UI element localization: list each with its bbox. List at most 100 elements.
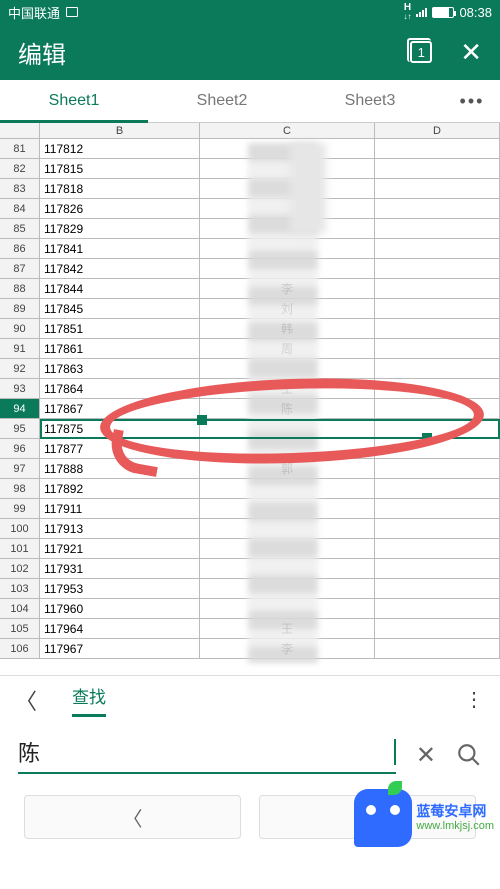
sheet-tab-3[interactable]: Sheet3 xyxy=(296,80,444,122)
row-header[interactable]: 106 xyxy=(0,639,40,659)
cell[interactable]: 117867 xyxy=(40,399,200,419)
row-header[interactable]: 99 xyxy=(0,499,40,519)
cell[interactable] xyxy=(375,499,500,519)
cell[interactable] xyxy=(200,599,375,619)
cell[interactable] xyxy=(375,239,500,259)
table-row[interactable]: 91117861周 xyxy=(0,339,500,359)
cell[interactable]: 117841 xyxy=(40,239,200,259)
table-row[interactable]: 86117841 xyxy=(0,239,500,259)
cell[interactable] xyxy=(375,299,500,319)
row-header[interactable]: 97 xyxy=(0,459,40,479)
table-row[interactable]: 83117818 xyxy=(0,179,500,199)
cell[interactable] xyxy=(200,179,375,199)
cell[interactable] xyxy=(375,599,500,619)
cell[interactable] xyxy=(375,519,500,539)
cell[interactable]: 117960 xyxy=(40,599,200,619)
search-icon[interactable] xyxy=(456,742,482,768)
cell[interactable] xyxy=(375,439,500,459)
row-header[interactable]: 84 xyxy=(0,199,40,219)
cell[interactable] xyxy=(375,179,500,199)
row-header[interactable]: 98 xyxy=(0,479,40,499)
cell[interactable] xyxy=(375,419,500,439)
cell[interactable] xyxy=(200,479,375,499)
cell[interactable] xyxy=(375,559,500,579)
table-row[interactable]: 103117953 xyxy=(0,579,500,599)
cell[interactable]: 117892 xyxy=(40,479,200,499)
cell[interactable] xyxy=(200,359,375,379)
cell[interactable]: 陈 xyxy=(200,399,375,419)
cell[interactable] xyxy=(200,539,375,559)
cell[interactable] xyxy=(200,219,375,239)
cell[interactable]: 王 xyxy=(200,379,375,399)
cell[interactable]: 117844 xyxy=(40,279,200,299)
cell[interactable] xyxy=(375,279,500,299)
cell[interactable]: 韩 xyxy=(200,319,375,339)
row-header[interactable]: 86 xyxy=(0,239,40,259)
table-row[interactable]: 105117964王 xyxy=(0,619,500,639)
cell[interactable]: 117815 xyxy=(40,159,200,179)
tab-count-button[interactable]: 1 xyxy=(410,41,432,63)
row-header[interactable]: 89 xyxy=(0,299,40,319)
col-header-b[interactable]: B xyxy=(40,123,200,139)
find-tab[interactable]: 查找 xyxy=(72,683,106,717)
table-row[interactable]: 82117815 xyxy=(0,159,500,179)
cell[interactable]: 李 xyxy=(200,279,375,299)
cell[interactable]: 117964 xyxy=(40,619,200,639)
cell[interactable] xyxy=(375,159,500,179)
table-row[interactable]: 88117844李 xyxy=(0,279,500,299)
table-row[interactable]: 93117864王 xyxy=(0,379,500,399)
cell[interactable]: 117826 xyxy=(40,199,200,219)
row-header[interactable]: 92 xyxy=(0,359,40,379)
row-header[interactable]: 96 xyxy=(0,439,40,459)
row-header[interactable]: 83 xyxy=(0,179,40,199)
cell[interactable]: 117812 xyxy=(40,139,200,159)
cell[interactable] xyxy=(375,359,500,379)
table-row[interactable]: 81117812 xyxy=(0,139,500,159)
cell[interactable] xyxy=(200,439,375,459)
row-header[interactable]: 94 xyxy=(0,399,40,419)
find-more-button[interactable]: ⋮ xyxy=(456,687,492,712)
row-header[interactable]: 82 xyxy=(0,159,40,179)
cell[interactable] xyxy=(375,219,500,239)
row-header[interactable]: 104 xyxy=(0,599,40,619)
table-row[interactable]: 96117877 xyxy=(0,439,500,459)
table-row[interactable]: 87117842 xyxy=(0,259,500,279)
cell[interactable] xyxy=(375,339,500,359)
row-header[interactable]: 100 xyxy=(0,519,40,539)
table-row[interactable]: 90117851韩 xyxy=(0,319,500,339)
cell[interactable] xyxy=(375,259,500,279)
cell[interactable] xyxy=(375,619,500,639)
row-header[interactable]: 88 xyxy=(0,279,40,299)
cell[interactable]: 郭 xyxy=(200,459,375,479)
cell[interactable]: 117953 xyxy=(40,579,200,599)
spreadsheet[interactable]: B C D 8111781282117815831178188411782685… xyxy=(0,123,500,675)
sheet-more-button[interactable]: ••• xyxy=(444,80,500,122)
table-row[interactable]: 97117888郭 xyxy=(0,459,500,479)
cell[interactable]: 117967 xyxy=(40,639,200,659)
search-input[interactable]: 陈 xyxy=(18,736,396,774)
cell[interactable]: 117875 xyxy=(40,419,200,439)
cell[interactable] xyxy=(375,319,500,339)
row-header[interactable]: 91 xyxy=(0,339,40,359)
cell[interactable] xyxy=(200,559,375,579)
table-row[interactable]: 101117921 xyxy=(0,539,500,559)
row-header[interactable]: 90 xyxy=(0,319,40,339)
row-header[interactable]: 85 xyxy=(0,219,40,239)
cell[interactable] xyxy=(200,139,375,159)
cell[interactable] xyxy=(375,479,500,499)
cell[interactable] xyxy=(200,199,375,219)
sheet-tab-2[interactable]: Sheet2 xyxy=(148,80,296,122)
table-row[interactable]: 98117892 xyxy=(0,479,500,499)
cell[interactable] xyxy=(200,239,375,259)
cell[interactable] xyxy=(200,519,375,539)
cell[interactable]: 王 xyxy=(200,619,375,639)
row-header[interactable]: 93 xyxy=(0,379,40,399)
row-header[interactable]: 95 xyxy=(0,419,40,439)
cell[interactable]: 117818 xyxy=(40,179,200,199)
sheet-tab-1[interactable]: Sheet1 xyxy=(0,80,148,122)
table-row[interactable]: 100117913 xyxy=(0,519,500,539)
find-back-button[interactable]: 〈 xyxy=(8,684,44,716)
cell[interactable] xyxy=(200,579,375,599)
col-header-d[interactable]: D xyxy=(375,123,500,139)
cell[interactable] xyxy=(375,639,500,659)
